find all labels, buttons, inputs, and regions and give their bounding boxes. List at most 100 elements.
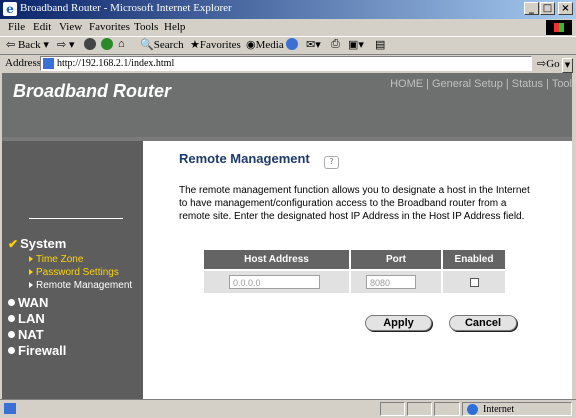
sidebar-subitem-label: Password Settings xyxy=(36,267,119,278)
sidebar-item-nat[interactable]: NAT xyxy=(8,327,44,342)
bullet-icon xyxy=(8,331,15,338)
back-button[interactable]: ⇦ Back ▾ xyxy=(6,38,49,51)
sidebar-item-lan[interactable]: LAN xyxy=(8,311,45,326)
sidebar-item-label: System xyxy=(20,236,67,251)
toolbar: ⇦ Back ▾ ⇨ ▾ ⌂ 🔍Search ★Favorites ◉Media… xyxy=(0,37,576,53)
go-button[interactable]: ⇨Go xyxy=(537,57,560,70)
favorites-label: Favorites xyxy=(199,39,241,51)
media-button[interactable]: ◉Media xyxy=(246,38,284,51)
go-label: Go xyxy=(546,58,560,70)
home-icon[interactable]: ⌂ xyxy=(118,38,125,50)
enabled-checkbox[interactable] xyxy=(469,277,479,287)
sidebar-item-label: LAN xyxy=(18,311,45,326)
description-line: to have management/configuration access … xyxy=(179,198,507,209)
maximize-icon[interactable]: □ xyxy=(540,2,555,15)
address-bar: Address http://192.168.2.1/index.html ▼ … xyxy=(0,54,576,73)
page-icon xyxy=(43,58,54,69)
status-bar: Internet xyxy=(0,399,576,418)
window-title: Broadband Router - Microsoft Internet Ex… xyxy=(20,2,232,14)
arrow-right-icon xyxy=(29,282,33,288)
column-header-port: Port xyxy=(351,250,441,269)
favorites-button[interactable]: ★Favorites xyxy=(190,38,241,51)
nav-status[interactable]: Status xyxy=(512,78,543,90)
nav-separator: | xyxy=(426,78,429,90)
nav-home[interactable]: HOME xyxy=(390,78,423,90)
main-panel: Remote Management ? The remote managemen… xyxy=(143,141,572,399)
sidebar-subitem-remote-management[interactable]: Remote Management xyxy=(29,280,132,291)
host-address-input[interactable]: 0.0.0.0 xyxy=(229,275,320,289)
globe-icon xyxy=(467,404,478,415)
search-label: Search xyxy=(153,39,184,51)
arrow-right-icon xyxy=(29,269,33,275)
nav-tool[interactable]: Tool xyxy=(552,78,572,90)
page-title: Remote Management xyxy=(179,151,310,166)
host-address-cell: 0.0.0.0 xyxy=(204,271,349,293)
address-dropdown-icon[interactable]: ▼ xyxy=(562,58,573,73)
table-header-row: Host Address Port Enabled xyxy=(204,250,505,269)
table-row: 0.0.0.0 8080 xyxy=(204,271,505,293)
sidebar-item-system[interactable]: ✔ System xyxy=(8,236,66,251)
close-icon[interactable]: × xyxy=(558,2,573,15)
refresh-icon[interactable] xyxy=(101,38,113,50)
minimize-icon[interactable]: _ xyxy=(524,2,539,15)
sidebar-item-label: Firewall xyxy=(18,343,67,358)
sidebar-item-firewall[interactable]: Firewall xyxy=(8,343,66,358)
check-icon: ✔ xyxy=(8,237,19,251)
menu-favorites[interactable]: Favorites xyxy=(89,21,130,33)
bullet-icon xyxy=(8,299,15,306)
address-input[interactable]: http://192.168.2.1/index.html ▼ xyxy=(40,56,573,73)
zone-label: Internet xyxy=(483,404,515,415)
menu-tools[interactable]: Tools xyxy=(134,21,158,33)
help-icon[interactable]: ? xyxy=(324,156,339,169)
sidebar-item-label: WAN xyxy=(18,295,49,310)
menu-bar: File Edit View Favorites Tools Help xyxy=(0,19,576,37)
window-title-bar[interactable]: e Broadband Router - Microsoft Internet … xyxy=(0,0,576,19)
menu-edit[interactable]: Edit xyxy=(33,21,51,33)
mail-icon[interactable]: ✉▾ xyxy=(306,38,321,51)
back-label: Back xyxy=(17,39,41,51)
address-label: Address xyxy=(5,57,42,69)
menu-view[interactable]: View xyxy=(59,21,82,33)
discuss-icon[interactable]: ▤ xyxy=(375,38,385,51)
sidebar-subitem-label: Remote Management xyxy=(36,280,133,291)
bullet-icon xyxy=(8,347,15,354)
status-pane xyxy=(407,402,432,416)
port-cell: 8080 xyxy=(351,271,441,293)
brand-title: Broadband Router xyxy=(13,81,172,101)
window-edge xyxy=(572,73,576,399)
description-line: remote site. Enter the designated host I… xyxy=(179,211,525,222)
sidebar-subitem-label: Time Zone xyxy=(36,254,84,265)
description-text: The remote management function allows yo… xyxy=(179,184,539,223)
sidebar-subitem-time-zone[interactable]: Time Zone xyxy=(29,254,83,265)
column-header-enabled: Enabled xyxy=(443,250,505,269)
page-status-icon xyxy=(4,403,16,414)
address-url: http://192.168.2.1/index.html xyxy=(57,58,175,69)
bullet-icon xyxy=(8,315,15,322)
print-icon[interactable]: ⎙ xyxy=(331,38,340,51)
nav-separator: | xyxy=(505,78,509,90)
top-nav: HOME | General Setup | Status | Tool xyxy=(390,78,572,90)
enabled-cell xyxy=(443,271,505,293)
menu-file[interactable]: File xyxy=(8,21,25,33)
nav-general-setup[interactable]: General Setup xyxy=(432,78,503,90)
cancel-button[interactable]: Cancel xyxy=(449,315,517,331)
ie-logo-icon: e xyxy=(3,2,17,16)
remote-management-table: Host Address Port Enabled 0.0.0.0 8080 xyxy=(202,248,507,295)
status-pane xyxy=(380,402,405,416)
menu-help[interactable]: Help xyxy=(164,21,185,33)
port-input[interactable]: 8080 xyxy=(366,275,416,289)
page-content: Broadband Router HOME | General Setup | Stat… xyxy=(2,73,572,399)
stop-icon[interactable] xyxy=(84,38,96,50)
column-header-host-address: Host Address xyxy=(204,250,349,269)
nav-separator: | xyxy=(545,78,549,90)
header-banner: Broadband Router HOME | General Setup | Stat… xyxy=(2,73,572,137)
edit-icon[interactable]: ▣▾ xyxy=(348,38,364,51)
search-button[interactable]: 🔍Search xyxy=(140,38,184,51)
history-icon[interactable] xyxy=(286,38,298,50)
sidebar-subitem-password-settings[interactable]: Password Settings xyxy=(29,267,119,278)
sidebar-item-wan[interactable]: WAN xyxy=(8,295,48,310)
apply-button[interactable]: Apply xyxy=(365,315,432,331)
security-zone: Internet xyxy=(462,402,572,416)
sidebar: ✔ System Time Zone Password Settings Remo… xyxy=(2,141,143,399)
forward-button[interactable]: ⇨ ▾ xyxy=(57,38,75,51)
